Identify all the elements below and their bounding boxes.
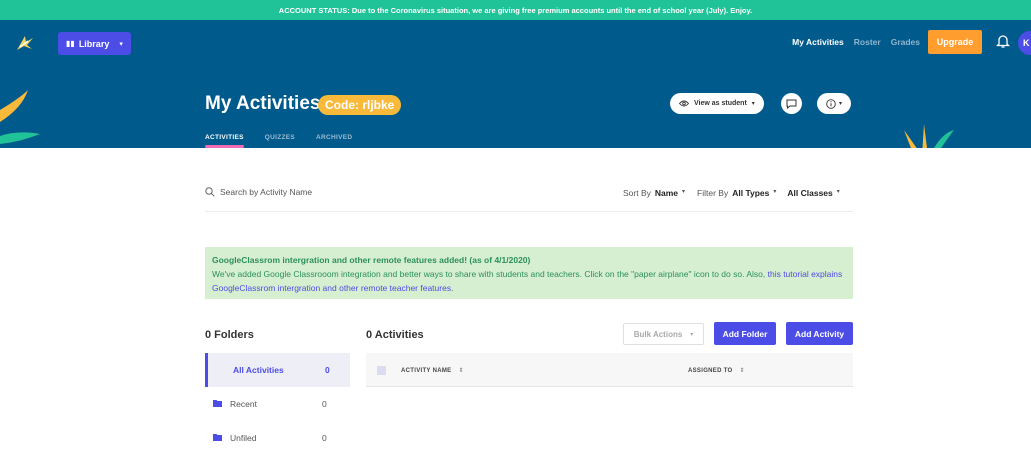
folder-list: All Activities 0 Recent 0 Unfiled 0 (205, 353, 350, 455)
column-activity-name[interactable]: ACTIVITY NAME ⇕ (401, 367, 464, 374)
tab-quizzes[interactable]: QUIZZES (265, 134, 295, 141)
folder-label: Unfiled (230, 433, 257, 443)
chevron-down-icon: ▾ (838, 101, 842, 107)
page-title: My Activities (205, 93, 321, 114)
chevron-down-icon: ▾ (119, 40, 123, 48)
folders-heading: 0 Folders (205, 329, 254, 341)
library-button[interactable]: ▮▮ Library ▾ (58, 32, 131, 55)
folder-count: 0 (322, 399, 327, 409)
feature-announcement: GoogleClassrom intergration and other re… (205, 247, 853, 299)
sort-icon: ⇕ (739, 368, 745, 374)
column-label: ASSIGNED TO (688, 368, 733, 374)
folder-item-recent[interactable]: Recent 0 (205, 387, 350, 421)
activity-tabs: ACTIVITIES QUIZZES ARCHIVED (205, 134, 352, 148)
add-folder-button[interactable]: Add Folder (714, 322, 776, 345)
class-code-badge: Code: rljbke (318, 95, 402, 115)
logo-icon[interactable] (14, 32, 36, 54)
info-menu-button[interactable]: ▾ (817, 93, 851, 114)
view-as-student-label: View as student (694, 100, 747, 107)
search-input[interactable]: Search by Activity Name (220, 187, 312, 197)
folder-label: All Activities (233, 365, 284, 375)
nav-roster[interactable]: Roster (854, 37, 881, 47)
folder-icon (213, 434, 222, 441)
select-all-checkbox[interactable] (377, 366, 386, 375)
folder-count: 0 (322, 433, 327, 443)
announcement-text: We've added Google Classrooom integratio… (212, 269, 768, 279)
chat-icon (786, 99, 797, 109)
folder-icon (213, 400, 222, 407)
announcement-body: We've added Google Classrooom integratio… (212, 267, 846, 295)
folder-count: 0 (325, 365, 330, 375)
chevron-down-icon: ▾ (682, 189, 686, 195)
banner-text: ACCOUNT STATUS: Due to the Coronavirus s… (278, 5, 753, 15)
top-navbar: ▮▮ Library ▾ My Activities Roster Grades… (0, 20, 1031, 68)
chevron-down-icon: ▾ (836, 189, 840, 195)
tab-activities[interactable]: ACTIVITIES (205, 134, 244, 148)
class-filter-dropdown[interactable]: All Classes (787, 188, 832, 198)
divider (205, 211, 853, 212)
sort-by-label: Sort By (623, 188, 651, 198)
bulk-actions-label: Bulk Actions (633, 329, 683, 339)
add-activity-button[interactable]: Add Activity (786, 322, 853, 345)
column-label: ACTIVITY NAME (401, 368, 452, 374)
avatar[interactable]: K (1018, 31, 1031, 55)
nav-grades[interactable]: Grades (891, 37, 920, 47)
announcement-title: GoogleClassrom intergration and other re… (212, 255, 531, 265)
search-icon (205, 187, 215, 197)
column-assigned-to[interactable]: ASSIGNED TO ⇕ (688, 367, 745, 374)
book-icon: ▮▮ (66, 39, 75, 48)
folder-item-all-activities[interactable]: All Activities 0 (205, 353, 350, 387)
folder-label: Recent (230, 399, 257, 409)
leaf-decoration-icon (0, 90, 40, 144)
chevron-down-icon: ▾ (690, 331, 694, 338)
view-as-student-button[interactable]: View as student ▾ (670, 93, 764, 114)
sort-by-dropdown[interactable]: Name (655, 188, 678, 198)
filter-by-label: Filter By (697, 188, 729, 198)
page-header: My Activities Code: rljbke ACTIVITIES QU… (0, 68, 1031, 148)
nav-my-activities[interactable]: My Activities (792, 37, 844, 47)
info-icon (826, 98, 836, 109)
upgrade-button[interactable]: Upgrade (928, 30, 982, 54)
plant-decoration-icon (904, 124, 954, 148)
eye-icon (679, 100, 689, 107)
activity-search[interactable]: Search by Activity Name (205, 187, 312, 197)
chat-button[interactable] (781, 93, 802, 114)
activities-table-header: ACTIVITY NAME ⇕ ASSIGNED TO ⇕ (366, 353, 853, 387)
sort-icon: ⇕ (458, 368, 464, 374)
announcement-text-end: . (451, 283, 454, 293)
folder-item-unfiled[interactable]: Unfiled 0 (205, 421, 350, 455)
nav-links: My Activities Roster Grades (792, 37, 920, 47)
sort-filter-bar: Sort By Name ▾ Filter By All Types ▾ All… (623, 188, 840, 198)
library-label: Library (78, 38, 110, 49)
chevron-down-icon: ▾ (773, 189, 777, 195)
bell-icon[interactable] (996, 33, 1010, 49)
type-filter-dropdown[interactable]: All Types (732, 188, 769, 198)
bulk-actions-dropdown[interactable]: Bulk Actions ▾ (623, 323, 704, 345)
activities-heading: 0 Activities (366, 329, 424, 341)
chevron-down-icon: ▾ (751, 101, 755, 107)
tab-archived[interactable]: ARCHIVED (316, 134, 352, 141)
account-status-banner: ACCOUNT STATUS: Due to the Coronavirus s… (0, 0, 1031, 20)
